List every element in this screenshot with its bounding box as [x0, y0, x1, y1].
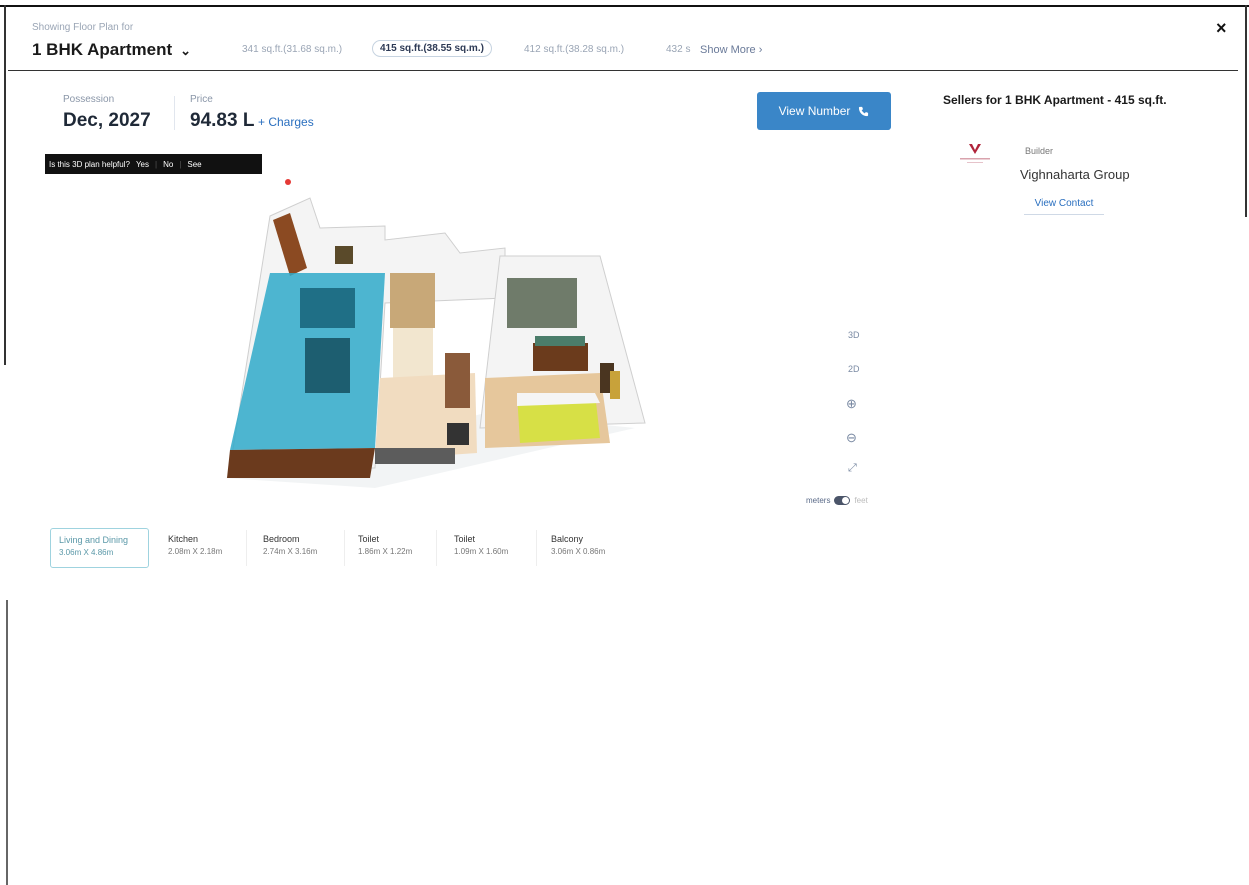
floor-type-dropdown[interactable]: 1 BHK Apartment ⌄	[32, 40, 191, 60]
room-tab-living-dining[interactable]: Living and Dining 3.06m X 4.86m	[50, 528, 149, 568]
room-name: Balcony	[551, 534, 584, 544]
frame-border-left-lower	[6, 600, 8, 885]
feedback-yes-button[interactable]: Yes	[136, 160, 149, 169]
room-tab-balcony[interactable]: Balcony 3.06m X 0.86m	[543, 528, 631, 568]
price-value: 94.83 L	[190, 110, 255, 131]
room-dims: 3.06m X 4.86m	[59, 548, 114, 557]
room-separator	[436, 530, 437, 566]
floor-type-label: 1 BHK Apartment	[32, 40, 173, 59]
show-more-link[interactable]: Show More ›	[700, 44, 762, 56]
room-tab-toilet-2[interactable]: Toilet 1.09m X 1.60m	[446, 528, 531, 568]
feedback-no-button[interactable]: No	[163, 160, 173, 169]
size-option[interactable]: 432 s	[666, 44, 690, 55]
room-name: Bedroom	[263, 534, 300, 544]
chevron-right-icon: ›	[758, 44, 763, 56]
possession-value: Dec, 2027	[63, 110, 151, 131]
fullscreen-icon[interactable]: ⤢	[848, 462, 857, 475]
view-2d-toggle[interactable]: 2D	[848, 364, 860, 374]
view-number-label: View Number	[778, 104, 851, 118]
room-tab-toilet-1[interactable]: Toilet 1.86m X 1.22m	[350, 528, 432, 568]
builder-label: Builder	[1025, 146, 1054, 156]
room-name: Toilet	[454, 534, 476, 544]
room-tab-bedroom[interactable]: Bedroom 2.74m X 3.16m	[255, 528, 340, 568]
unit-switch[interactable]	[834, 496, 851, 505]
room-dims: 1.86m X 1.22m	[358, 547, 413, 556]
sellers-title: Sellers for 1 BHK Apartment - 415 sq.ft.	[943, 93, 1167, 107]
builder-name: Vighnaharta Group	[1020, 167, 1130, 182]
price-label: Price	[190, 94, 213, 105]
summary-divider	[174, 96, 175, 130]
feedback-separator: |	[179, 159, 182, 169]
room-separator	[536, 530, 537, 566]
header-divider	[8, 70, 1238, 71]
room-name: Living and Dining	[59, 535, 129, 545]
possession-label: Possession	[63, 94, 115, 105]
room-tab-kitchen[interactable]: Kitchen 2.08m X 2.18m	[160, 528, 242, 568]
view-contact-button[interactable]: View Contact	[1024, 194, 1104, 215]
unit-feet-label: feet	[854, 496, 868, 505]
view-3d-toggle[interactable]: 3D	[848, 330, 860, 340]
room-separator	[246, 530, 247, 566]
chevron-down-icon: ⌄	[180, 43, 192, 58]
charges-link[interactable]: + Charges	[258, 115, 314, 129]
room-name: Kitchen	[168, 534, 199, 544]
frame-border-top	[0, 5, 1249, 7]
room-dims: 2.08m X 2.18m	[168, 547, 223, 556]
frame-border-left	[4, 5, 6, 365]
zoom-in-icon[interactable]: ⊕	[846, 396, 857, 412]
feedback-separator: |	[155, 159, 158, 169]
show-more-label: Show More	[700, 44, 756, 56]
showing-label: Showing Floor Plan for	[32, 22, 134, 33]
plan-disclaimer	[262, 494, 263, 500]
feedback-question: Is this 3D plan helpful?	[49, 159, 130, 169]
room-dims: 3.06m X 0.86m	[551, 547, 606, 556]
floor-plan-3d-image[interactable]	[215, 178, 655, 498]
size-option-active[interactable]: 415 sq.ft.(38.55 sq.m.)	[372, 40, 492, 57]
room-separator	[344, 530, 345, 566]
close-icon[interactable]: ×	[1216, 18, 1227, 39]
unit-toggle[interactable]: meters feet	[806, 496, 868, 505]
size-option[interactable]: 341 sq.ft.(31.68 sq.m.)	[242, 44, 342, 55]
room-dims: 1.09m X 1.60m	[454, 547, 509, 556]
phone-icon	[859, 106, 869, 116]
feedback-bar: Is this 3D plan helpful? Yes | No | See	[45, 154, 262, 174]
builder-logo	[960, 144, 990, 163]
view-number-button[interactable]: View Number	[757, 92, 891, 130]
unit-meters-label: meters	[806, 496, 831, 505]
room-name: Toilet	[358, 534, 380, 544]
feedback-see-link[interactable]: See	[187, 160, 201, 169]
frame-border-right	[1245, 5, 1247, 217]
zoom-out-icon[interactable]: ⊖	[846, 430, 857, 446]
size-option[interactable]: 412 sq.ft.(38.28 sq.m.)	[524, 44, 624, 55]
room-dims: 2.74m X 3.16m	[263, 547, 318, 556]
